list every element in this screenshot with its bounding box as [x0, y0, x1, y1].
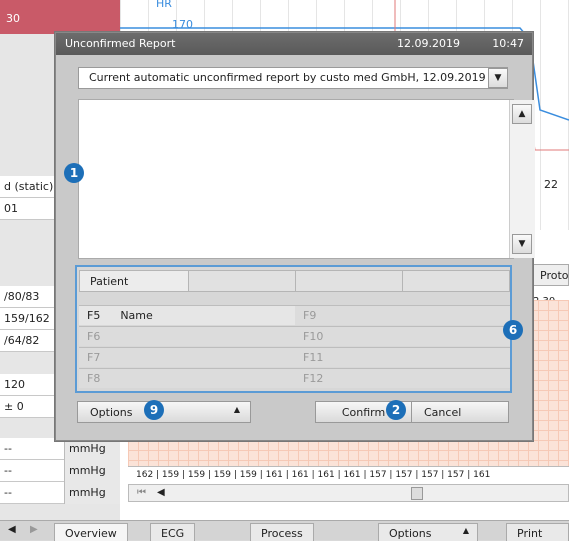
fkey-f6[interactable]: F6	[79, 326, 295, 346]
measurement-row: -- mmHg	[0, 438, 120, 460]
protocol-tab[interactable]: Proto	[533, 264, 569, 286]
fkey-f7[interactable]: F7	[79, 347, 295, 367]
horizontal-scrollbar[interactable]: ⏮ ◀	[128, 484, 569, 502]
caret-up-icon: ▲	[462, 526, 469, 535]
first-page-icon[interactable]: ⏮	[137, 487, 146, 498]
scroll-down-icon[interactable]: ▼	[512, 234, 532, 254]
measurement-row: -- mmHg	[0, 460, 120, 482]
top-left-value: 30	[6, 12, 20, 25]
tab-process[interactable]: Process	[250, 523, 314, 541]
prev-arrow-icon[interactable]: ◀	[8, 524, 16, 535]
fkey-f9[interactable]: F9	[295, 305, 510, 325]
options-menu-button[interactable]: Options ▲	[378, 523, 478, 541]
dialog-title-bar: Unconfirmed Report 12.09.2019 10:47	[56, 33, 532, 55]
options-button[interactable]: Options ▲	[77, 401, 251, 423]
dialog-title: Unconfirmed Report	[65, 37, 176, 50]
fkey-f5[interactable]: F5 Name	[79, 305, 295, 325]
tab-patient[interactable]: Patient	[79, 270, 189, 292]
tab-ecg[interactable]: ECG	[150, 523, 196, 541]
report-scrollbar[interactable]: ▲ ▼	[509, 100, 535, 258]
dialog-date: 12.09.2019	[397, 37, 460, 50]
caret-up-icon: ▲	[233, 405, 240, 414]
next-arrow-icon[interactable]: ▶	[30, 524, 38, 535]
callout-badge-6: 6	[503, 320, 523, 340]
print-button[interactable]: Print	[506, 523, 569, 541]
tab-empty-3[interactable]	[402, 270, 510, 292]
dialog-time: 10:47	[492, 37, 524, 50]
scroll-thumb[interactable]	[411, 487, 423, 500]
scroll-up-icon[interactable]: ▲	[512, 104, 532, 124]
report-select[interactable]: Current automatic unconfirmed report by …	[78, 67, 508, 89]
callout-badge-2: 2	[386, 400, 406, 420]
fkey-f8[interactable]: F8	[79, 368, 295, 388]
cancel-button[interactable]: Cancel	[411, 401, 509, 423]
unconfirmed-report-dialog: Unconfirmed Report 12.09.2019 10:47 Curr…	[55, 32, 535, 441]
bottom-bar: ◀ ▶ Overview ECG Process Options ▲ Print	[0, 520, 569, 541]
chevron-down-icon[interactable]: ▼	[488, 68, 508, 88]
hr-value: 170	[172, 18, 193, 31]
tab-empty-2[interactable]	[295, 270, 403, 292]
fkey-f10[interactable]: F10	[295, 326, 510, 346]
chart-tick-label: 22	[544, 178, 558, 191]
tab-overview[interactable]: Overview	[54, 523, 128, 541]
hr-label: HR	[156, 0, 172, 10]
beat-ticker: 162 | 159 | 159 | 159 | 159 | 161 | 161 …	[128, 466, 569, 484]
patient-info-panel: Patient F5 Name F9 F6 F10 F7 F11 F8 F12	[75, 265, 512, 393]
callout-badge-1: 1	[64, 163, 84, 183]
report-text-area[interactable]: ▲ ▼	[78, 99, 535, 259]
measurement-row: -- mmHg	[0, 482, 120, 504]
tab-empty-1[interactable]	[188, 270, 296, 292]
fkey-f12[interactable]: F12	[295, 368, 510, 388]
callout-badge-9: 9	[144, 400, 164, 420]
fkey-f11[interactable]: F11	[295, 347, 510, 367]
prev-page-icon[interactable]: ◀	[157, 487, 165, 498]
